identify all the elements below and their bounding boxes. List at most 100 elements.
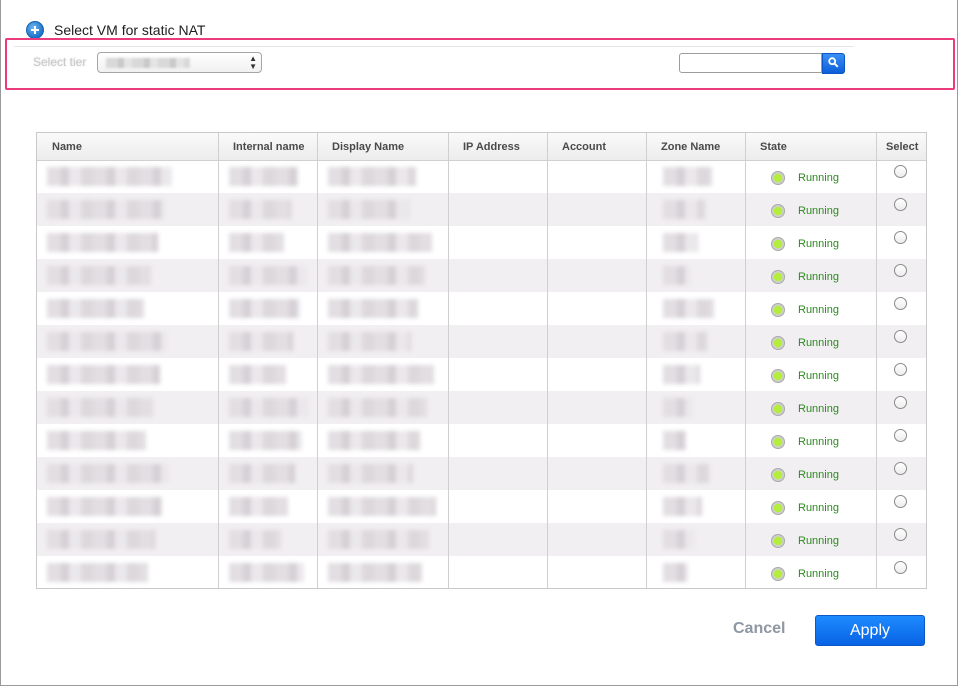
state-text: Running: [798, 370, 839, 382]
display-name-cell-redacted: [328, 332, 411, 351]
display-name-cell-redacted: [328, 266, 425, 285]
name-cell-redacted: [47, 167, 172, 186]
internal-name-cell-redacted: [229, 431, 302, 450]
select-radio[interactable]: [894, 429, 907, 442]
select-radio[interactable]: [894, 396, 907, 409]
state-cell: Running: [771, 301, 839, 319]
zone-name-cell-redacted: [663, 530, 695, 549]
display-name-cell-redacted: [328, 200, 409, 219]
name-cell-redacted: [47, 233, 158, 252]
table-row[interactable]: Running: [37, 358, 926, 391]
internal-name-cell-redacted: [229, 464, 295, 483]
zone-name-cell-redacted: [663, 398, 693, 417]
state-text: Running: [798, 337, 839, 349]
zone-name-cell-redacted: [663, 332, 707, 351]
select-radio[interactable]: [894, 528, 907, 541]
apply-button[interactable]: Apply: [815, 615, 925, 646]
internal-name-cell-redacted: [229, 497, 288, 516]
status-running-icon: [771, 369, 785, 383]
col-display-name[interactable]: Display Name: [317, 133, 448, 160]
col-state[interactable]: State: [745, 133, 876, 160]
name-cell-redacted: [47, 266, 151, 285]
display-name-cell-redacted: [328, 431, 420, 450]
status-running-icon: [771, 171, 785, 185]
col-zone-name[interactable]: Zone Name: [646, 133, 745, 160]
state-text: Running: [798, 502, 839, 514]
dialog-title: Select VM for static NAT: [54, 22, 206, 38]
col-account[interactable]: Account: [547, 133, 646, 160]
table-row[interactable]: Running: [37, 259, 926, 292]
select-radio[interactable]: [894, 264, 907, 277]
column-divider: [547, 133, 548, 588]
column-divider: [876, 133, 877, 588]
table-row[interactable]: Running: [37, 556, 926, 588]
column-divider: [745, 133, 746, 588]
col-name[interactable]: Name: [37, 133, 218, 160]
col-ip-address[interactable]: IP Address: [448, 133, 547, 160]
internal-name-cell-redacted: [229, 365, 286, 384]
select-radio[interactable]: [894, 165, 907, 178]
state-text: Running: [798, 271, 839, 283]
column-divider: [317, 133, 318, 588]
status-running-icon: [771, 237, 785, 251]
select-radio[interactable]: [894, 363, 907, 376]
state-text: Running: [798, 205, 839, 217]
status-running-icon: [771, 534, 785, 548]
table-row[interactable]: Running: [37, 490, 926, 523]
state-cell: Running: [771, 202, 839, 220]
table-row[interactable]: Running: [37, 226, 926, 259]
zone-name-cell-redacted: [663, 563, 688, 582]
internal-name-cell-redacted: [229, 200, 291, 219]
internal-name-cell-redacted: [229, 563, 304, 582]
state-text: Running: [798, 238, 839, 250]
display-name-cell-redacted: [328, 398, 427, 417]
state-cell: Running: [771, 466, 839, 484]
zone-name-cell-redacted: [663, 365, 700, 384]
state-text: Running: [798, 172, 839, 184]
select-radio[interactable]: [894, 561, 907, 574]
select-radio[interactable]: [894, 231, 907, 244]
status-running-icon: [771, 567, 785, 581]
zone-name-cell-redacted: [663, 299, 714, 318]
zone-name-cell-redacted: [663, 497, 702, 516]
state-text: Running: [798, 469, 839, 481]
name-cell-redacted: [47, 398, 153, 417]
select-radio[interactable]: [894, 198, 907, 211]
internal-name-cell-redacted: [229, 233, 284, 252]
select-radio[interactable]: [894, 330, 907, 343]
table-row[interactable]: Running: [37, 391, 926, 424]
table-row[interactable]: Running: [37, 325, 926, 358]
table-row[interactable]: Running: [37, 457, 926, 490]
plus-circle-icon: [26, 21, 44, 39]
highlight-box: [5, 38, 955, 90]
table-row[interactable]: Running: [37, 160, 926, 193]
table-row[interactable]: Running: [37, 523, 926, 556]
state-cell: Running: [771, 499, 839, 517]
status-running-icon: [771, 435, 785, 449]
cancel-button[interactable]: Cancel: [733, 620, 785, 638]
status-running-icon: [771, 402, 785, 416]
display-name-cell-redacted: [328, 497, 436, 516]
column-divider: [448, 133, 449, 588]
status-running-icon: [771, 336, 785, 350]
state-cell: Running: [771, 433, 839, 451]
status-running-icon: [771, 468, 785, 482]
name-cell-redacted: [47, 431, 146, 450]
table-row[interactable]: Running: [37, 424, 926, 457]
name-cell-redacted: [47, 332, 167, 351]
select-radio[interactable]: [894, 297, 907, 310]
col-select[interactable]: Select: [876, 133, 926, 160]
status-running-icon: [771, 303, 785, 317]
select-radio[interactable]: [894, 462, 907, 475]
state-text: Running: [798, 304, 839, 316]
internal-name-cell-redacted: [229, 530, 281, 549]
table-row[interactable]: Running: [37, 193, 926, 226]
select-radio[interactable]: [894, 495, 907, 508]
state-text: Running: [798, 403, 839, 415]
table-row[interactable]: Running: [37, 292, 926, 325]
col-internal-name[interactable]: Internal name: [218, 133, 317, 160]
status-running-icon: [771, 501, 785, 515]
state-cell: Running: [771, 334, 839, 352]
internal-name-cell-redacted: [229, 299, 300, 318]
name-cell-redacted: [47, 200, 165, 219]
